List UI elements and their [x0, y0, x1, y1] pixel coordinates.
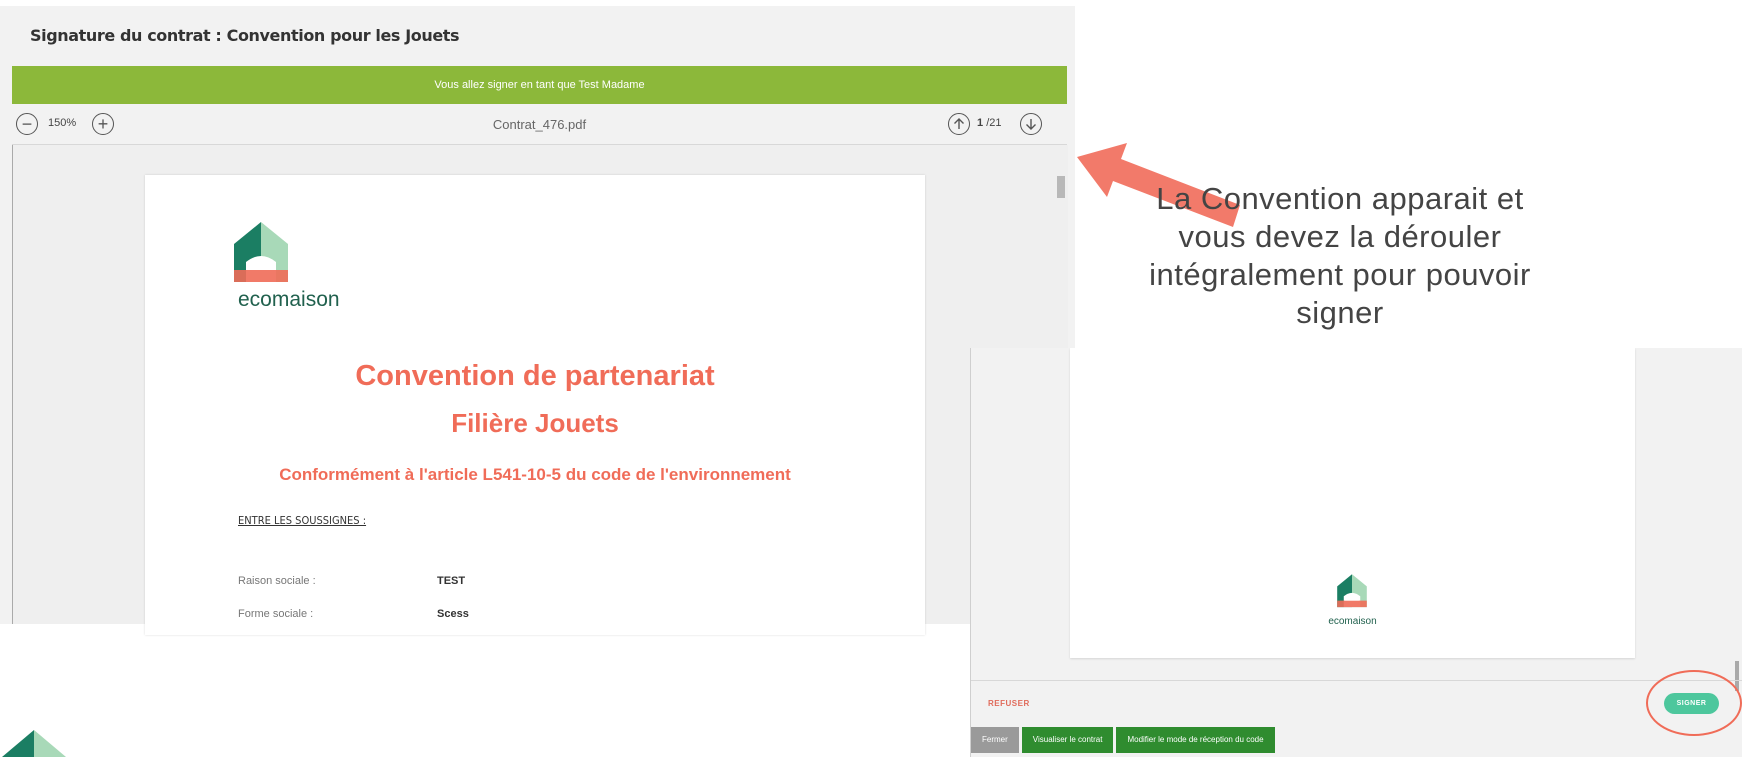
- page-indicator: 1 /21: [977, 117, 1001, 129]
- view-contract-button[interactable]: Visualiser le contrat: [1021, 727, 1114, 753]
- refuse-link[interactable]: REFUSER: [988, 699, 1030, 708]
- zoom-in-icon[interactable]: +: [92, 113, 114, 135]
- document-article: Conformément à l'article L541-10-5 du co…: [279, 465, 791, 484]
- annotation-text: La Convention apparait et vous devez la …: [1060, 180, 1620, 332]
- footer-bar: Fermer Visualiser le contrat Modifier le…: [971, 727, 1278, 757]
- field-value: Scess: [437, 608, 469, 620]
- sign-button[interactable]: SIGNER: [1664, 693, 1719, 714]
- page-up-icon[interactable]: [948, 113, 970, 135]
- field-label: Forme sociale :: [238, 608, 314, 620]
- pdf-last-page: ecomaison: [1070, 348, 1635, 658]
- annotation-line: intégralement pour pouvoir: [1149, 257, 1531, 292]
- ecomaison-logo-icon: [234, 222, 288, 282]
- brand-name: ecomaison: [238, 288, 340, 311]
- pdf-page: ecomaison Convention de partenariat Fili…: [145, 175, 925, 635]
- page-current: 1: [977, 117, 984, 129]
- close-button[interactable]: Fermer: [971, 727, 1019, 753]
- section-heading: ENTRE LES SOUSSIGNES :: [238, 514, 367, 527]
- pdf-toolbar: − 150% + Contrat_476.pdf 1 /21: [12, 104, 1067, 145]
- divider: [971, 680, 1742, 681]
- page-down-icon[interactable]: [1020, 113, 1042, 135]
- document-subtitle: Filière Jouets: [451, 408, 619, 438]
- field-value: TEST: [437, 575, 466, 587]
- annotation-line: vous devez la dérouler: [1178, 219, 1502, 254]
- signing-panel: ecomaison REFUSER SIGNER Fermer Visualis…: [970, 348, 1742, 757]
- panel-scrollbar[interactable]: [1735, 661, 1739, 691]
- ecomaison-logo-icon: [1337, 574, 1367, 608]
- brand-name: ecomaison: [1328, 616, 1377, 627]
- page-title: Signature du contrat : Convention pour l…: [30, 26, 460, 45]
- zoom-out-icon[interactable]: −: [16, 113, 38, 135]
- annotation-line: La Convention apparait et: [1156, 181, 1524, 216]
- page-total: /21: [986, 117, 1002, 129]
- file-name: Contrat_476.pdf: [492, 117, 587, 132]
- annotation-line: signer: [1296, 295, 1384, 330]
- zoom-level: 150%: [48, 117, 77, 129]
- signer-banner: Vous allez signer en tant que Test Madam…: [12, 66, 1067, 104]
- change-code-mode-button[interactable]: Modifier le mode de réception du code: [1116, 727, 1275, 753]
- window-header: Signature du contrat : Convention pour l…: [0, 6, 1075, 66]
- document-title: Convention de partenariat: [355, 360, 715, 392]
- ecomaison-logo-icon: [2, 730, 66, 757]
- field-label: Raison sociale :: [238, 575, 316, 587]
